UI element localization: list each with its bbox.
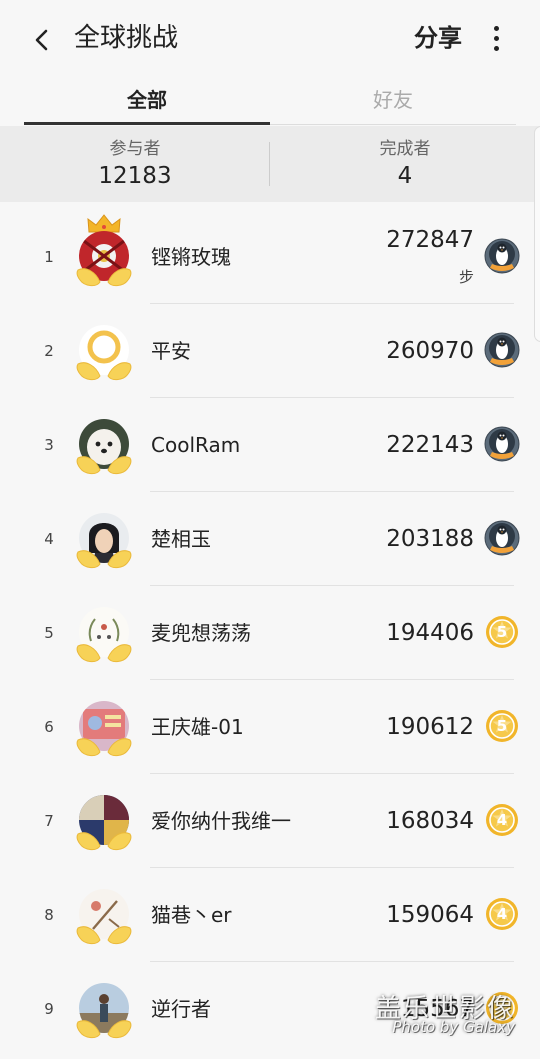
gold-4-badge-icon: 4 <box>484 802 520 838</box>
tab-selected-indicator <box>24 122 270 125</box>
avatar[interactable] <box>76 980 132 1040</box>
step-count: 190612 <box>386 714 474 740</box>
avatar[interactable] <box>76 416 132 476</box>
step-count: 260970 <box>386 338 474 364</box>
more-dot-icon <box>493 25 499 31</box>
avatar[interactable] <box>76 792 132 852</box>
participants-stat: 参与者 12183 <box>0 126 270 202</box>
wings-icon <box>76 924 132 946</box>
tab-all[interactable]: 全部 <box>24 76 270 124</box>
step-count: 15567 <box>400 996 474 1022</box>
back-button[interactable] <box>24 22 60 58</box>
avatar[interactable] <box>76 322 132 382</box>
rank-number: 4 <box>44 530 54 548</box>
rank-number: 5 <box>44 624 54 642</box>
finishers-stat: 完成者 4 <box>270 126 540 202</box>
penguin-badge-icon <box>484 520 520 556</box>
step-unit: 步 <box>458 268 474 286</box>
step-count: 168034 <box>386 808 474 834</box>
wings-icon <box>76 360 132 382</box>
user-name: 楚相玉 <box>151 527 211 551</box>
rank-number: 3 <box>44 436 54 454</box>
penguin-badge-icon <box>484 332 520 368</box>
avatar[interactable] <box>76 510 132 570</box>
participants-label: 参与者 <box>109 139 161 159</box>
tab-bar: 全部 好友 <box>0 76 540 126</box>
wings-icon <box>76 548 132 570</box>
rank-number: 8 <box>44 906 54 924</box>
ranking-row[interactable]: 4 楚相玉 203188 <box>0 492 540 586</box>
gold-5-badge-icon: 5 <box>484 614 520 650</box>
user-name: CoolRam <box>151 433 241 457</box>
app-bar: 全球挑战 分享 <box>0 0 540 76</box>
user-name: 猫巷丶er <box>151 903 232 927</box>
more-dot-icon <box>493 45 499 51</box>
gold-5-badge-icon: 5 <box>484 708 520 744</box>
avatar[interactable] <box>76 886 132 946</box>
ranking-row[interactable]: 1 铿锵玫瑰 272847 步 <box>0 210 540 304</box>
wings-icon <box>76 454 132 476</box>
ranking-row[interactable]: 7 爱你纳什我维一 168034 4 <box>0 774 540 868</box>
ranking-row[interactable]: 8 猫巷丶er 159064 4 <box>0 868 540 962</box>
user-name: 铿锵玫瑰 <box>151 245 231 269</box>
tab-friends[interactable]: 好友 <box>270 76 516 124</box>
rank-number: 9 <box>44 1000 54 1018</box>
penguin-badge-icon <box>484 238 520 274</box>
finishers-count: 4 <box>397 163 413 189</box>
more-dot-icon <box>493 35 499 41</box>
finishers-label: 完成者 <box>379 139 431 159</box>
avatar[interactable] <box>76 698 132 758</box>
step-count: 272847 <box>386 227 474 253</box>
wings-icon <box>76 830 132 852</box>
avatar[interactable] <box>76 604 132 664</box>
participants-count: 12183 <box>98 163 172 189</box>
rank-number: 1 <box>44 248 54 266</box>
step-count: 194406 <box>386 620 474 646</box>
page-title: 全球挑战 <box>74 23 179 53</box>
ranking-row[interactable]: 9 逆行者 15567 <box>0 962 540 1056</box>
ranking-row[interactable]: 5 麦兜想荡荡 194406 5 <box>0 586 540 680</box>
ranking-row[interactable]: 3 CoolRam 222143 <box>0 398 540 492</box>
user-name: 麦兜想荡荡 <box>151 621 251 645</box>
badge-number: 5 <box>496 717 508 735</box>
wings-icon <box>76 266 132 288</box>
avatar[interactable] <box>76 214 132 288</box>
user-name: 平安 <box>151 339 191 363</box>
challenge-stats: 参与者 12183 完成者 4 <box>0 126 540 202</box>
user-name: 王庆雄-01 <box>151 715 244 739</box>
badge-number: 5 <box>496 623 508 641</box>
share-button[interactable]: 分享 <box>414 20 462 56</box>
gold-badge-icon <box>484 990 520 1026</box>
wings-icon <box>76 736 132 758</box>
tab-divider <box>270 124 516 125</box>
rank-number: 7 <box>44 812 54 830</box>
step-count: 159064 <box>386 902 474 928</box>
rank-number: 2 <box>44 342 54 360</box>
rank-number: 6 <box>44 718 54 736</box>
step-count: 203188 <box>386 526 474 552</box>
penguin-badge-icon <box>484 426 520 462</box>
step-count: 222143 <box>386 432 474 458</box>
back-arrow-icon <box>35 29 48 51</box>
user-name: 爱你纳什我维一 <box>151 809 291 833</box>
ranking-row[interactable]: 2 平安 260970 <box>0 304 540 398</box>
user-name: 逆行者 <box>151 997 211 1021</box>
wings-icon <box>76 642 132 664</box>
ranking-row[interactable]: 6 王庆雄-01 190612 5 <box>0 680 540 774</box>
more-options-button[interactable] <box>484 20 508 56</box>
gold-4-badge-icon: 4 <box>484 896 520 932</box>
badge-number: 4 <box>496 811 508 829</box>
wings-icon <box>76 1018 132 1040</box>
badge-number: 4 <box>496 905 508 923</box>
